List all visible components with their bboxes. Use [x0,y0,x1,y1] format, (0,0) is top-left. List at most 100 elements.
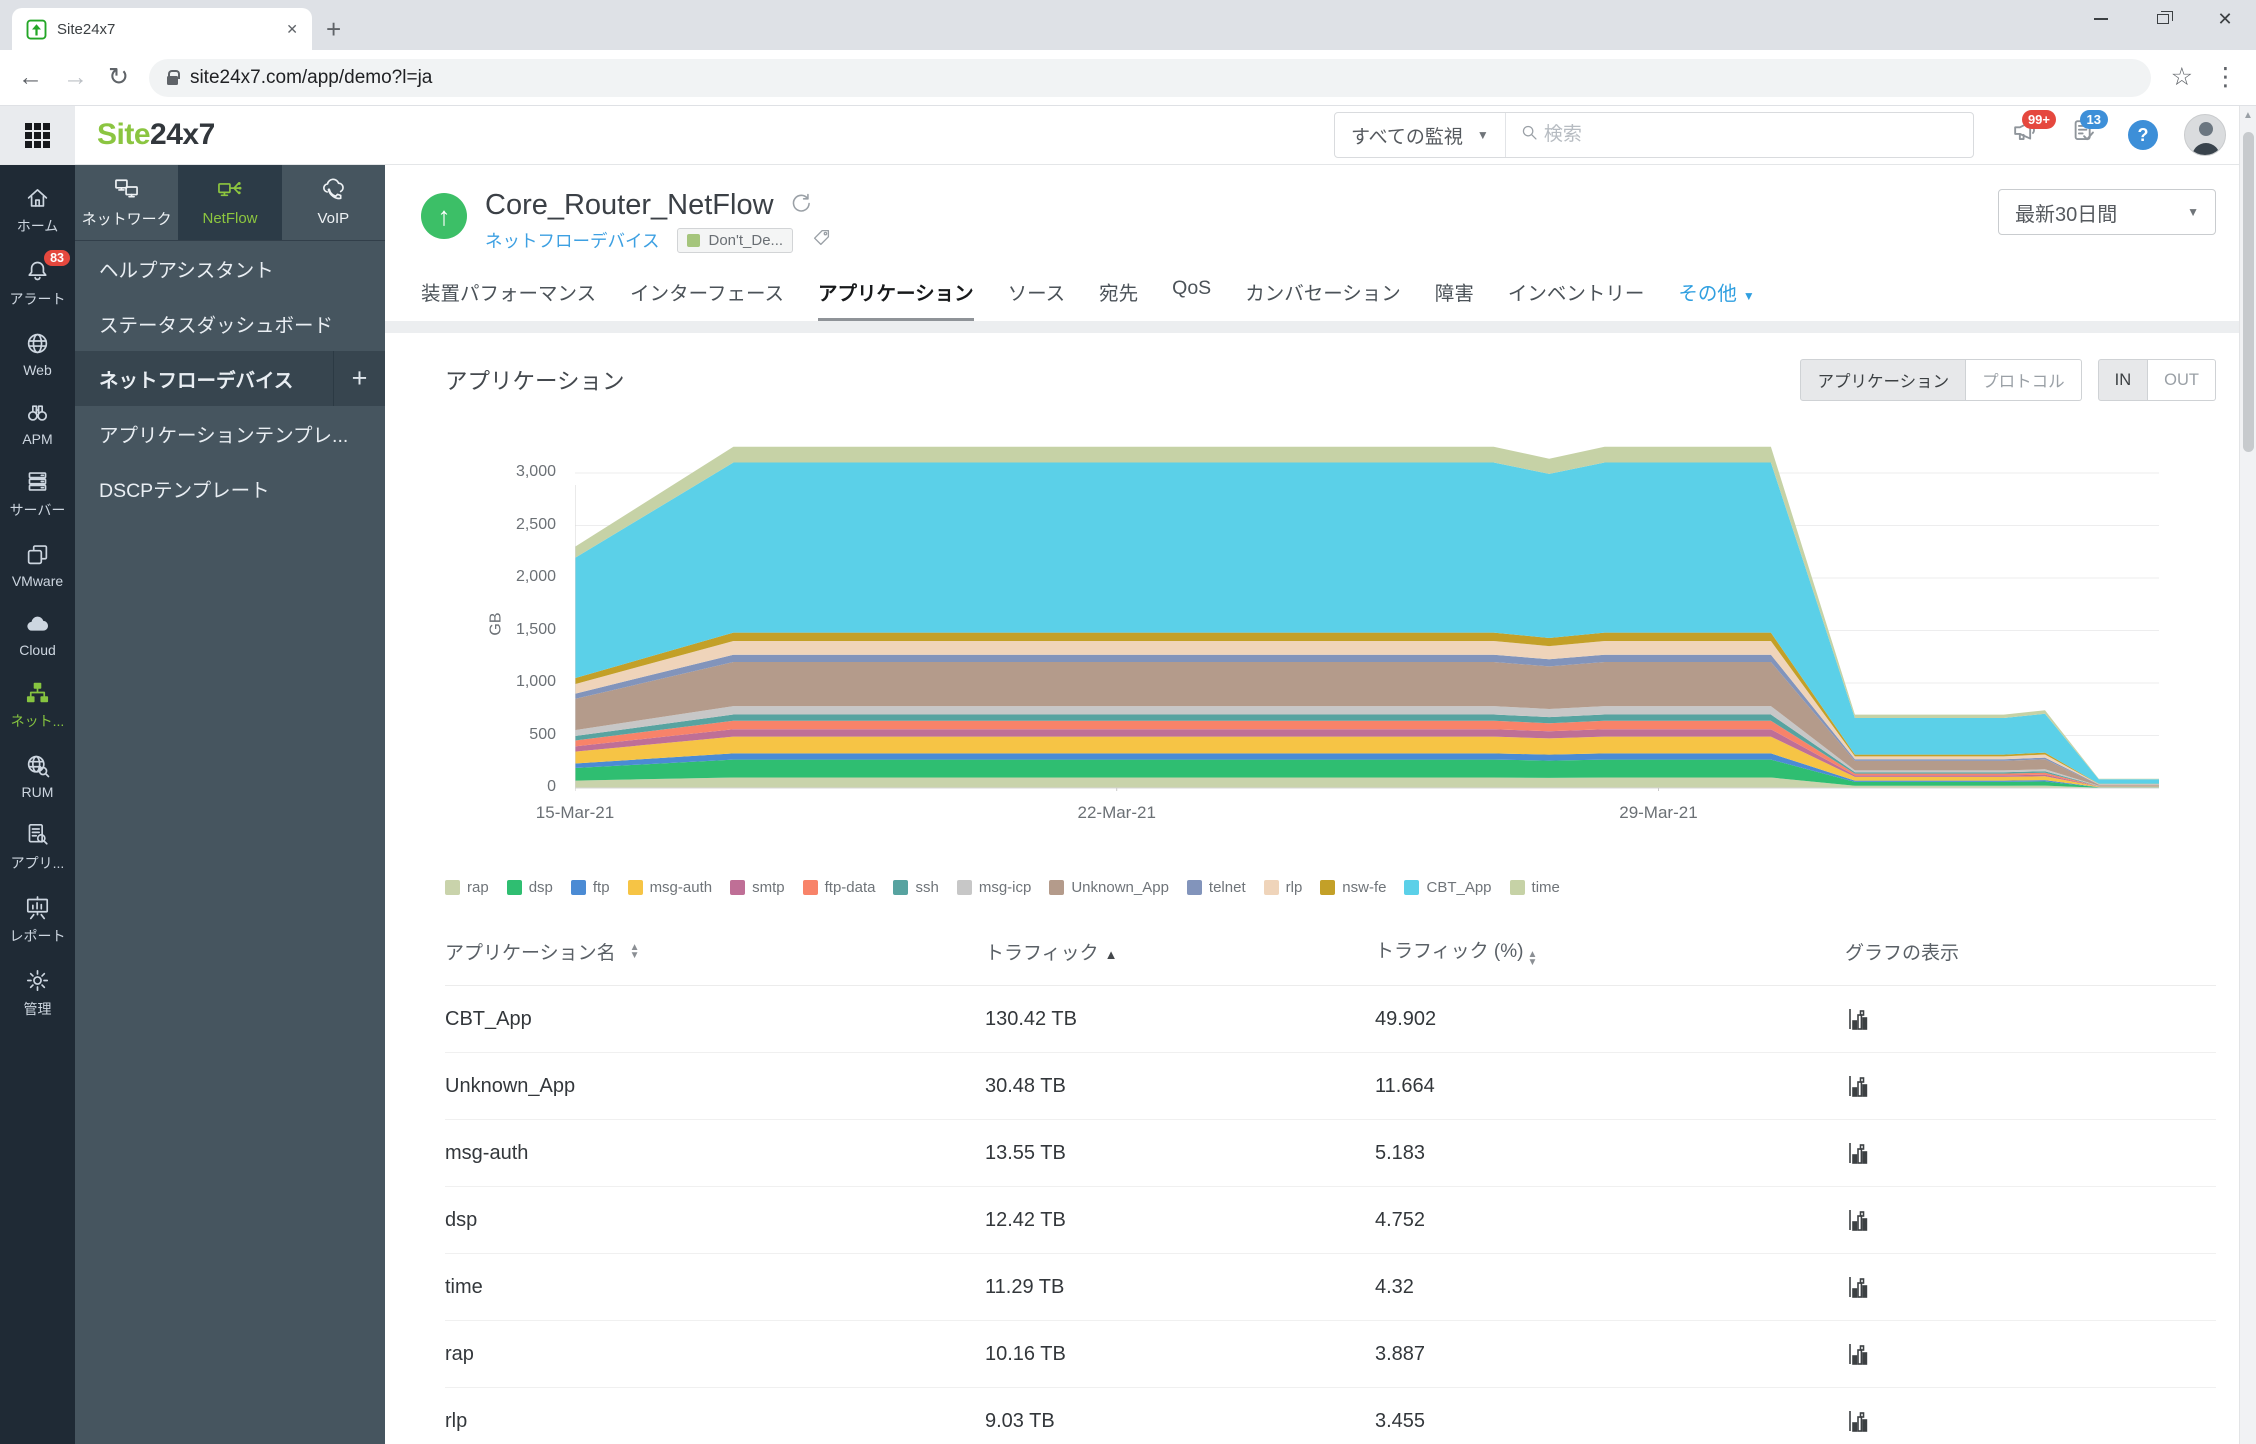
browser-tab[interactable]: Site24x7 ✕ [12,8,312,50]
application-section-card: アプリケーション アプリケーションプロトコル INOUT GB 05001,00… [385,333,2256,1444]
toggle-IN[interactable]: IN [2098,359,2149,401]
announcements-button[interactable]: 99+ [2008,118,2042,152]
address-bar[interactable]: site24x7.com/app/demo?l=ja [149,59,2151,97]
column-header-3[interactable]: トラフィック (%)▲▼ [1375,936,1845,967]
sidebar-item-report[interactable]: レポート [0,883,75,956]
secondary-tab-net2[interactable]: ネットワーク [75,165,178,240]
sidebar-item-network[interactable]: ネット... [0,668,75,741]
secondary-tab-netflow[interactable]: NetFlow [178,165,281,240]
sidebar-item-bell[interactable]: 83アラート [0,246,75,319]
sort-icon[interactable]: ▲▼ [630,944,640,960]
tab-close-icon[interactable]: ✕ [286,21,298,38]
legend-swatch [1404,880,1419,895]
tab-インベントリー[interactable]: インベントリー [1508,277,1645,321]
tab-その他[interactable]: その他▼ [1678,277,1754,321]
tab-障害[interactable]: 障害 [1435,277,1474,321]
tab-装置パフォーマンス[interactable]: 装置パフォーマンス [421,277,596,321]
tab-QoS[interactable]: QoS [1172,277,1211,321]
column-header-1[interactable]: アプリケーション名▲▼ [445,938,985,965]
sidebar-menu-item[interactable]: ネットフローデバイス+ [75,351,385,406]
legend-item-ssh[interactable]: ssh [893,879,938,896]
new-tab-button[interactable]: + [326,16,341,42]
monitor-scope-dropdown[interactable]: すべての監視 ▼ [1335,113,1506,157]
legend-item-time[interactable]: time [1510,879,1560,896]
legend-item-ftp-data[interactable]: ftp-data [803,879,876,896]
user-avatar[interactable] [2184,114,2226,156]
forward-icon[interactable]: → [63,65,88,90]
cell-traffic-pct: 11.664 [1375,1075,1845,1098]
tag-chip[interactable]: Don't_De... [677,228,793,253]
legend-item-nsw-fe[interactable]: nsw-fe [1320,879,1386,896]
tab-カンバセーション[interactable]: カンバセーション [1245,277,1401,321]
kebab-menu-icon[interactable]: ⋮ [2213,65,2238,90]
back-icon[interactable]: ← [18,65,43,90]
legend-item-Unknown_App[interactable]: Unknown_App [1049,879,1169,896]
window-restore-button[interactable] [2132,0,2194,38]
sidebar-item-vmware[interactable]: VMware [0,530,75,599]
sidebar-menu-item[interactable]: DSCPテンプレート [75,461,385,516]
page-scrollbar[interactable]: ▲ [2239,106,2256,1444]
sidebar-item-rum[interactable]: RUM [0,741,75,810]
legend-swatch [893,880,908,895]
site24x7-logo[interactable]: Site24x7 [97,118,215,152]
show-graph-button[interactable] [1845,1207,1871,1233]
legend-item-msg-auth[interactable]: msg-auth [628,879,713,896]
sidebar-item-apm[interactable]: APM [0,388,75,457]
tab-インターフェース[interactable]: インターフェース [630,277,784,321]
reload-icon[interactable]: ↻ [108,65,129,90]
scrollbar-thumb[interactable] [2243,132,2254,452]
scroll-up-icon[interactable]: ▲ [2240,106,2256,121]
cell-application-name: rlp [445,1410,985,1433]
cell-traffic-pct: 3.455 [1375,1410,1845,1433]
tab-アプリケーション[interactable]: アプリケーション [818,277,974,321]
show-graph-button[interactable] [1845,1341,1871,1367]
search-input[interactable] [1540,124,1973,146]
legend-item-rlp[interactable]: rlp [1264,879,1303,896]
help-button[interactable]: ? [2128,120,2158,150]
add-device-button[interactable]: + [333,351,385,406]
chevron-down-icon: ▼ [1477,128,1489,142]
legend-item-rap[interactable]: rap [445,879,489,896]
breadcrumb-link[interactable]: ネットフローデバイス [485,228,659,253]
browser-window: Site24x7 ✕ + ✕ ← → ↻ site24x7.com/app/de… [0,0,2256,1444]
tab-宛先[interactable]: 宛先 [1099,277,1138,321]
cell-application-name: Unknown_App [445,1075,985,1098]
legend-item-msg-icp[interactable]: msg-icp [957,879,1032,896]
legend-item-ftp[interactable]: ftp [571,879,610,896]
sidebar-menu-item[interactable]: アプリケーションテンプレ... [75,406,385,461]
tasks-button[interactable]: 13 [2068,118,2102,152]
toggle-プロトコル[interactable]: プロトコル [1966,359,2082,401]
sidebar-item-server[interactable]: サーバー [0,457,75,530]
sort-asc-icon[interactable]: ▲ [1105,947,1118,962]
y-tick-label: 2,000 [461,568,556,586]
time-range-select[interactable]: 最新30日間 ▼ [1998,189,2216,235]
legend-item-CBT_App[interactable]: CBT_App [1404,879,1491,896]
show-graph-button[interactable] [1845,1274,1871,1300]
sidebar-item-home[interactable]: ホーム [0,173,75,246]
cell-traffic: 10.16 TB [985,1343,1375,1366]
legend-item-telnet[interactable]: telnet [1187,879,1246,896]
legend-item-smtp[interactable]: smtp [730,879,785,896]
show-graph-button[interactable] [1845,1073,1871,1099]
toggle-OUT[interactable]: OUT [2148,359,2216,401]
sidebar-item-applogs[interactable]: アプリ... [0,810,75,883]
legend-item-dsp[interactable]: dsp [507,879,553,896]
app-switcher-button[interactable] [0,106,75,164]
stacked-area-plot[interactable] [575,419,2159,791]
sidebar-item-gear[interactable]: 管理 [0,956,75,1029]
sidebar-menu-item[interactable]: ヘルプアシスタント [75,241,385,296]
window-close-button[interactable]: ✕ [2194,0,2256,38]
bookmark-star-icon[interactable]: ☆ [2171,65,2193,90]
column-header-2[interactable]: トラフィック▲ [985,938,1375,965]
sidebar-menu-item[interactable]: ステータスダッシュボード [75,296,385,351]
window-minimize-button[interactable] [2070,0,2132,38]
sidebar-item-cloud[interactable]: Cloud [0,599,75,668]
show-graph-button[interactable] [1845,1140,1871,1166]
sort-icon[interactable]: ▲▼ [1527,951,1537,967]
secondary-tab-voip[interactable]: VoIP [282,165,385,240]
show-graph-button[interactable] [1845,1408,1871,1434]
toggle-アプリケーション[interactable]: アプリケーション [1800,359,1966,401]
sidebar-item-globe[interactable]: Web [0,319,75,388]
tab-ソース[interactable]: ソース [1008,277,1066,321]
show-graph-button[interactable] [1845,1006,1871,1032]
